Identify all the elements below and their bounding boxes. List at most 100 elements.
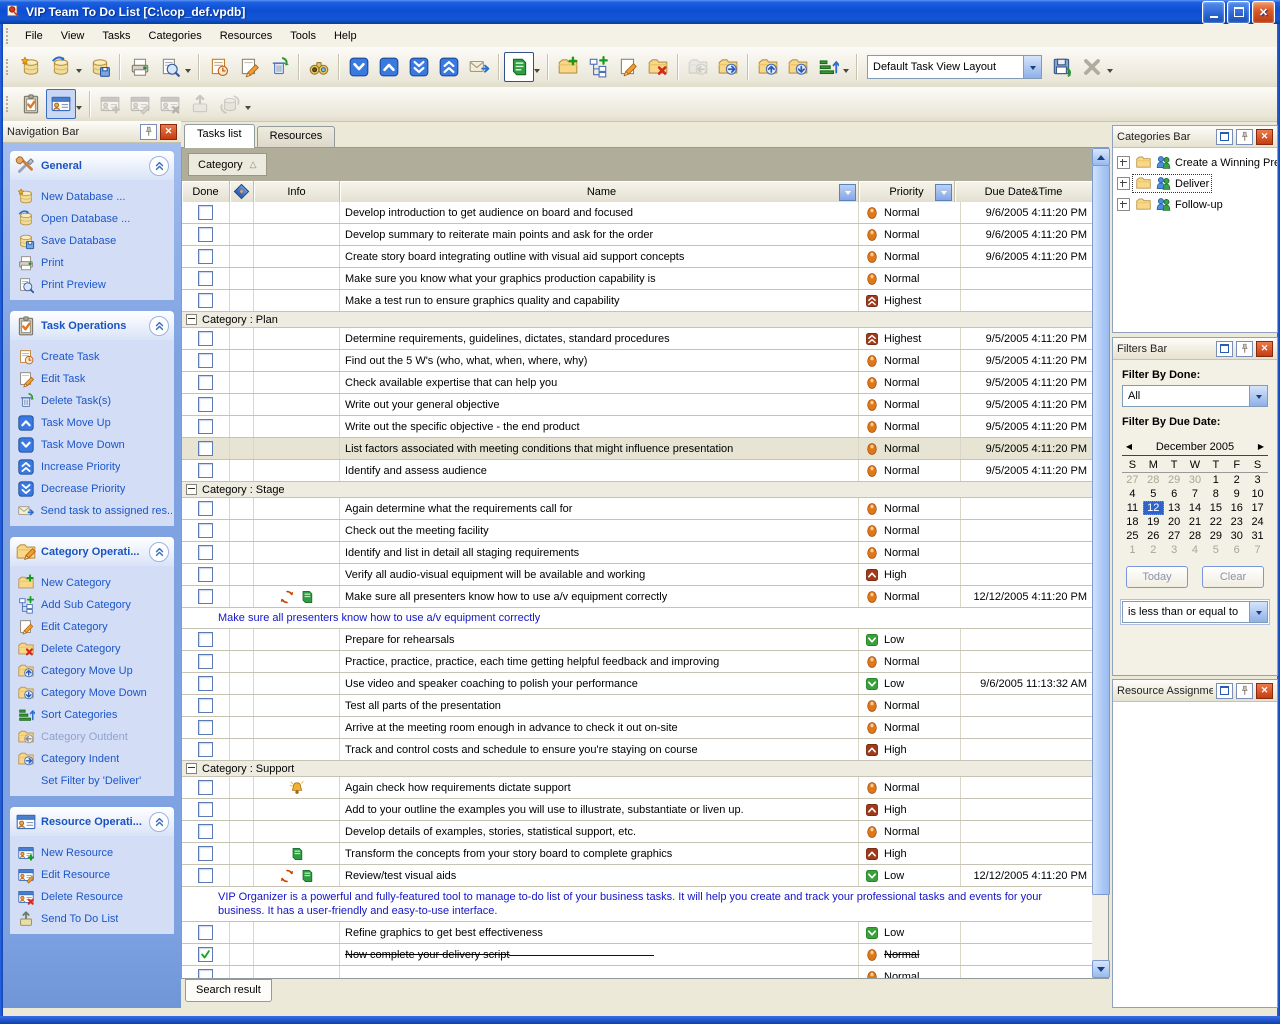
add-sub-category-button[interactable] xyxy=(583,52,613,82)
task-done-checkbox[interactable] xyxy=(198,676,213,691)
edit-category-button[interactable] xyxy=(613,52,643,82)
close-icon[interactable]: ✕ xyxy=(160,124,177,140)
menu-tasks[interactable]: Tasks xyxy=(93,26,139,46)
task-done-checkbox[interactable] xyxy=(198,925,213,940)
task-move-up-button[interactable] xyxy=(374,52,404,82)
toolbar-grip[interactable] xyxy=(6,96,11,112)
nav-item-delete-resource[interactable]: Delete Resource xyxy=(12,886,172,908)
priority-filter-button[interactable] xyxy=(935,184,952,201)
task-row[interactable]: Now complete your delivery scriptNormal xyxy=(182,944,1092,966)
task-done-checkbox[interactable] xyxy=(198,567,213,582)
date-comparison-select[interactable]: is less than or equal to xyxy=(1122,601,1268,623)
task-row[interactable]: Develop summary to reiterate main points… xyxy=(182,224,1092,246)
nav-item-sort-categories[interactable]: Sort Categories xyxy=(12,704,172,726)
print-preview-button[interactable] xyxy=(155,52,185,82)
decrease-priority-button[interactable] xyxy=(404,52,434,82)
task-done-checkbox[interactable] xyxy=(198,271,213,286)
dropdown-caret-icon[interactable] xyxy=(76,69,82,76)
calendar-day[interactable]: 9 xyxy=(1226,487,1247,501)
pin-icon[interactable] xyxy=(140,124,157,140)
calendar-day[interactable]: 31 xyxy=(1247,529,1268,543)
column-header-priority-icon[interactable] xyxy=(230,181,254,202)
column-header-priority[interactable]: Priority xyxy=(859,181,955,202)
task-done-checkbox[interactable] xyxy=(198,331,213,346)
calendar-day[interactable]: 11 xyxy=(1122,501,1143,515)
scrollbar-thumb[interactable] xyxy=(1092,165,1110,895)
task-done-checkbox[interactable] xyxy=(198,698,213,713)
task-done-checkbox[interactable] xyxy=(198,824,213,839)
task-row[interactable]: Practice, practice, practice, each time … xyxy=(182,651,1092,673)
calendar-day[interactable]: 30 xyxy=(1226,529,1247,543)
calendar-day[interactable]: 28 xyxy=(1143,473,1164,487)
nav-item-send-to-do-list[interactable]: Send To Do List xyxy=(12,908,172,930)
clear-button[interactable]: Clear xyxy=(1202,566,1264,588)
task-done-checkbox[interactable] xyxy=(198,846,213,861)
pin-icon[interactable] xyxy=(1236,129,1253,145)
calendar-day[interactable]: 17 xyxy=(1247,501,1268,515)
task-done-checkbox[interactable] xyxy=(198,501,213,516)
minimize-button[interactable] xyxy=(1202,1,1225,24)
menu-categories[interactable]: Categories xyxy=(140,26,211,46)
task-row[interactable]: Develop introduction to get audience on … xyxy=(182,202,1092,224)
calendar-day[interactable]: 24 xyxy=(1247,515,1268,529)
nav-item-delete-task-s-[interactable]: Delete Task(s) xyxy=(12,390,172,412)
dropdown-caret-icon[interactable] xyxy=(76,106,82,113)
calendar-day[interactable]: 2 xyxy=(1226,473,1247,487)
task-row[interactable]: Check out the meeting facilityNormal xyxy=(182,520,1092,542)
calendar-day[interactable]: 21 xyxy=(1185,515,1206,529)
task-row[interactable]: Normal xyxy=(182,966,1092,978)
nav-item-save-database[interactable]: Save Database xyxy=(12,230,172,252)
menu-help[interactable]: Help xyxy=(325,26,366,46)
calendar-day[interactable]: 4 xyxy=(1185,543,1206,557)
pin-icon[interactable] xyxy=(1236,341,1253,357)
task-done-checkbox[interactable] xyxy=(198,419,213,434)
menu-file[interactable]: File xyxy=(16,26,52,46)
nav-item-delete-category[interactable]: Delete Category xyxy=(12,638,172,660)
nav-item-increase-priority[interactable]: Increase Priority xyxy=(12,456,172,478)
task-row[interactable]: Arrive at the meeting room enough in adv… xyxy=(182,717,1092,739)
task-row[interactable]: Determine requirements, guidelines, dict… xyxy=(182,328,1092,350)
restore-panel-icon[interactable] xyxy=(1216,683,1233,699)
task-row[interactable]: List factors associated with meeting con… xyxy=(182,438,1092,460)
expand-plus-icon[interactable] xyxy=(1117,198,1130,211)
collapse-chevron-icon[interactable] xyxy=(149,812,169,832)
calendar-day[interactable]: 18 xyxy=(1122,515,1143,529)
nav-item-task-move-up[interactable]: Task Move Up xyxy=(12,412,172,434)
calendar-day[interactable]: 14 xyxy=(1185,501,1206,515)
sort-categories-button[interactable] xyxy=(813,52,843,82)
resources-view-button[interactable] xyxy=(46,89,76,119)
task-done-checkbox[interactable] xyxy=(198,868,213,883)
category-move-up-button[interactable] xyxy=(753,52,783,82)
calendar-day[interactable]: 30 xyxy=(1185,473,1206,487)
menu-tools[interactable]: Tools xyxy=(281,26,325,46)
nav-group-header[interactable]: General xyxy=(10,151,174,180)
task-done-checkbox[interactable] xyxy=(198,969,213,978)
calendar-day[interactable]: 5 xyxy=(1143,487,1164,501)
task-row[interactable]: Write out the specific objective - the e… xyxy=(182,416,1092,438)
task-row[interactable]: Again check how requirements dictate sup… xyxy=(182,777,1092,799)
task-done-checkbox[interactable] xyxy=(198,375,213,390)
nav-item-new-category[interactable]: New Category xyxy=(12,572,172,594)
send-task-button[interactable] xyxy=(464,52,494,82)
nav-group-header[interactable]: Task Operations xyxy=(10,311,174,340)
nav-item-new-database-[interactable]: New Database ... xyxy=(12,186,172,208)
calendar-day[interactable]: 29 xyxy=(1164,473,1185,487)
category-group-row[interactable]: Category : Support xyxy=(182,761,1092,777)
nav-group-header[interactable]: Category Operati... xyxy=(10,537,174,566)
task-row[interactable]: Review/test visual aidsLow12/12/2005 4:1… xyxy=(182,865,1092,887)
send-to-do-list-button[interactable] xyxy=(185,89,215,119)
task-done-checkbox[interactable] xyxy=(198,947,213,962)
new-database-button[interactable] xyxy=(16,52,46,82)
column-header-done[interactable]: Done xyxy=(182,181,230,202)
task-done-checkbox[interactable] xyxy=(198,632,213,647)
chevron-down-icon[interactable] xyxy=(1249,602,1267,622)
toolbar-grip[interactable] xyxy=(6,28,11,44)
close-icon[interactable]: ✕ xyxy=(1256,341,1273,357)
task-done-checkbox[interactable] xyxy=(198,205,213,220)
calendar-day[interactable]: 7 xyxy=(1185,487,1206,501)
close-icon[interactable]: ✕ xyxy=(1256,683,1273,699)
category-move-down-button[interactable] xyxy=(783,52,813,82)
save-layout-button[interactable] xyxy=(1047,52,1077,82)
new-category-button[interactable] xyxy=(553,52,583,82)
pin-icon[interactable] xyxy=(1236,683,1253,699)
